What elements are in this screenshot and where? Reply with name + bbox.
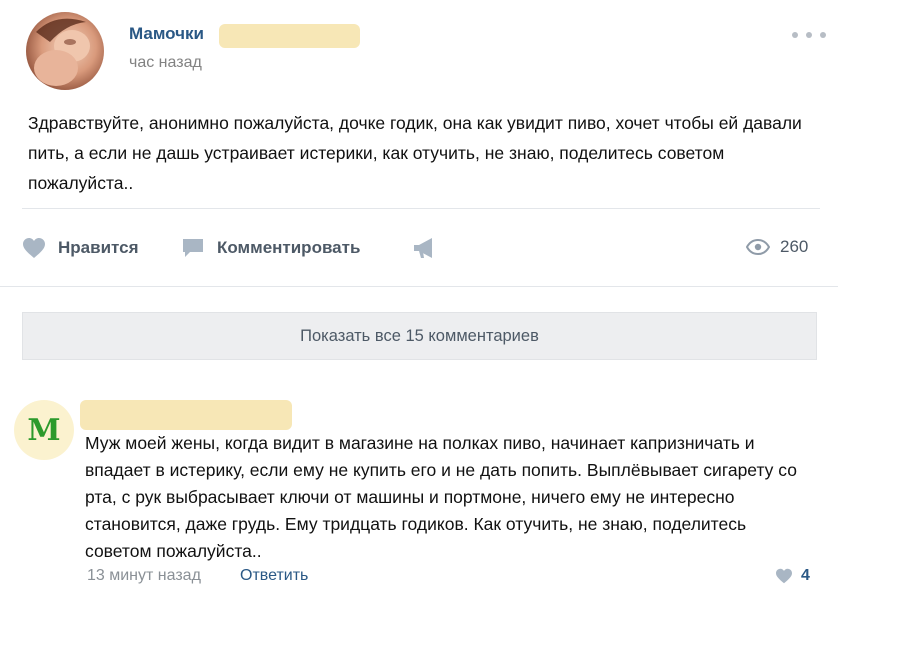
post-divider	[22, 208, 820, 209]
views-count: 260	[780, 237, 809, 256]
comment-like-button[interactable]: 4	[775, 567, 810, 585]
comment-text: Муж моей жены, когда видит в магазине на…	[85, 433, 797, 561]
comment-button[interactable]: Комментировать	[181, 234, 360, 262]
actions-divider	[0, 286, 838, 287]
comment-likes-count: 4	[801, 567, 810, 584]
redacted-comment-author	[80, 400, 292, 430]
views-counter: 260	[746, 234, 808, 260]
redacted-group-name	[219, 24, 360, 48]
like-label: Нравится	[58, 238, 139, 257]
comment-bubble-icon	[183, 239, 203, 257]
post-text: Здравствуйте, анонимно пожалуйста, дочке…	[28, 113, 802, 193]
group-avatar[interactable]	[26, 12, 104, 90]
share-button[interactable]	[412, 234, 450, 262]
eye-icon	[746, 239, 770, 255]
group-name-link[interactable]: Мамочки	[129, 24, 204, 44]
heart-icon	[23, 238, 45, 258]
more-dots-icon[interactable]	[792, 28, 826, 42]
megaphone-icon	[414, 238, 432, 258]
post-timestamp[interactable]: час назад	[129, 54, 202, 72]
like-button[interactable]: Нравится	[22, 234, 139, 262]
reply-button[interactable]: Ответить	[240, 567, 308, 585]
heart-icon	[776, 568, 792, 584]
comment-author-avatar[interactable]: M	[14, 400, 74, 460]
show-all-comments-button[interactable]: Показать все 15 комментариев	[22, 312, 817, 360]
comment-label: Комментировать	[217, 238, 361, 257]
group-avatar-photo	[34, 18, 90, 86]
comment-timestamp[interactable]: 13 минут назад	[87, 567, 201, 585]
